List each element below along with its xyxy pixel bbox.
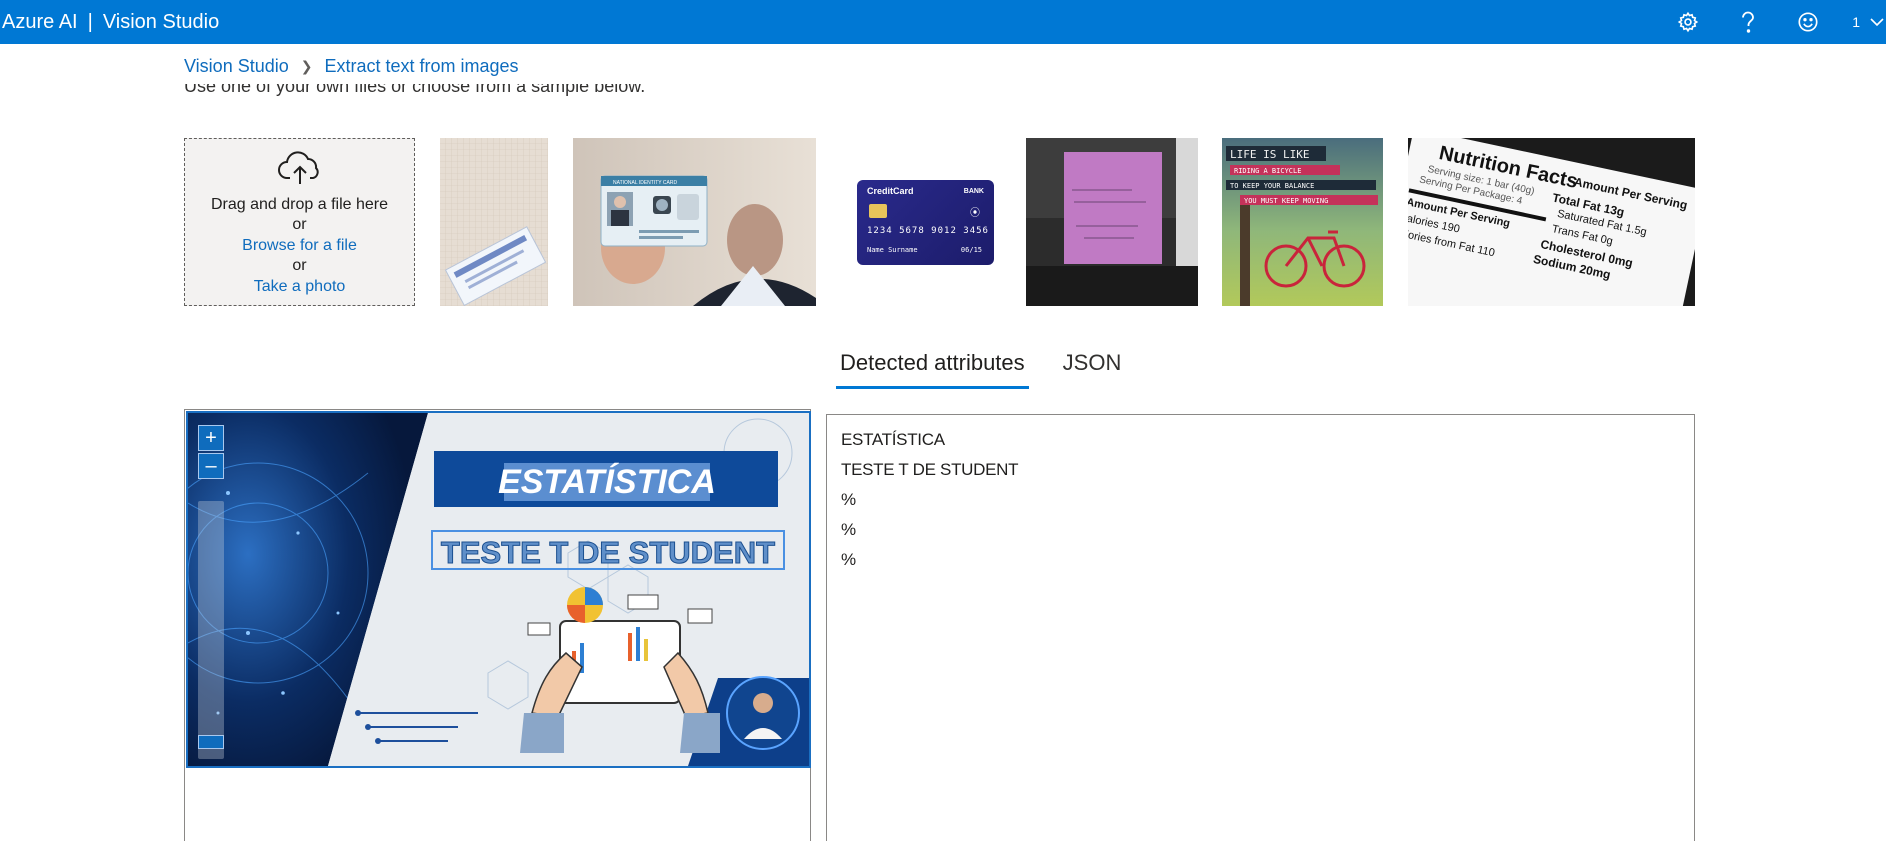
help-button[interactable] [1718,0,1778,44]
credit-card-brand: CreditCard [867,186,914,196]
nutrition-label-image: Nutrition Facts Amount Per Serving Servi… [1408,138,1695,306]
breadcrumb: Vision Studio ❯ Extract text from images [184,56,519,77]
browse-file-link[interactable]: Browse for a file [242,237,357,254]
take-photo-link[interactable]: Take a photo [254,278,346,295]
sample-sticky-note[interactable] [1026,138,1198,306]
chip-icon [869,204,887,218]
sample-id-card-image: NATIONAL IDENTITY CARD [573,138,816,306]
detected-line: % [841,550,856,569]
brand-separator: | [87,10,93,33]
sample-id-card-photo[interactable]: NATIONAL IDENTITY CARD [573,138,816,306]
detected-attributes-panel: ESTATÍSTICA TESTE T DE STUDENT % % % [826,414,1695,841]
contactless-icon: ⦿ [970,208,980,219]
id-card-title: NATIONAL IDENTITY CARD [613,180,677,186]
gear-icon [1678,11,1699,33]
help-icon [1742,11,1755,33]
or-text-1: or [292,216,307,233]
account-label: 1 [1852,14,1860,30]
detected-line: ESTATÍSTICA [841,430,945,449]
poster-line-4: YOU MUST KEEP MOVING [1244,197,1328,205]
sample-social-security-card[interactable] [440,138,548,306]
credit-card-image: CreditCard BANK ⦿ 1234 5678 9012 3456 Na… [857,180,994,265]
image-title-text: ESTATÍSTICA [498,463,716,501]
file-drop-zone[interactable]: Drag and drop a file here or Browse for … [184,138,415,306]
breadcrumb-vision-studio[interactable]: Vision Studio [184,56,289,77]
or-text-2: or [292,257,307,274]
breadcrumb-extract-text[interactable]: Extract text from images [324,56,518,77]
intro-text-content: Use one of your own files or choose from… [184,84,646,96]
image-subtitle-text: TESTE T DE STUDENT [441,535,775,570]
top-header: Azure AI | Vision Studio 1 [0,0,1886,44]
account-menu[interactable]: 1 [1838,14,1886,30]
poster-line-3: TO KEEP YOUR BALANCE [1230,182,1314,190]
sample-ssn-image [440,138,548,306]
result-tabs: Detected attributes JSON [836,350,1125,389]
sample-credit-card[interactable]: CreditCard BANK ⦿ 1234 5678 9012 3456 Na… [841,138,1011,306]
sample-bicycle-image: LIFE IS LIKE RIDING A BICYCLE TO KEEP YO… [1222,138,1383,306]
poster-line-1: LIFE IS LIKE [1230,148,1309,161]
cloud-upload-icon [277,151,319,184]
detected-line: TESTE T DE STUDENT [841,460,1019,479]
zoom-slider-thumb[interactable] [198,735,224,749]
brand-vision-studio: Vision Studio [102,10,220,33]
feedback-smiley-icon [1798,12,1818,32]
credit-card-number: 1234 5678 9012 3456 [867,226,989,236]
credit-card-expiry: 06/15 [960,246,982,254]
settings-button[interactable] [1658,0,1718,44]
intro-text: Use one of your own files or choose from… [184,84,645,102]
zoom-in-button[interactable]: + [198,425,224,451]
drag-drop-text: Drag and drop a file here [211,196,388,213]
chevron-down-icon [1870,18,1884,27]
poster-line-2: RIDING A BICYCLE [1234,167,1301,175]
tab-json[interactable]: JSON [1059,350,1126,389]
sample-bicycle-poster[interactable]: LIFE IS LIKE RIDING A BICYCLE TO KEEP YO… [1222,138,1383,306]
brand-azure-ai: Azure AI [2,10,78,33]
zoom-slider-track[interactable] [198,501,224,759]
feedback-button[interactable] [1778,0,1838,44]
header-actions: 1 [1658,0,1886,44]
sample-sticky-note-image [1026,138,1198,306]
analyzed-image: ESTATÍSTICA TESTE T DE STUDENT + – [186,411,811,768]
tab-detected-attributes[interactable]: Detected attributes [836,350,1029,389]
zoom-out-button[interactable]: – [198,453,224,479]
credit-card-bank: BANK [963,188,984,195]
credit-card-name: Name Surname [867,246,918,254]
app-title[interactable]: Azure AI | Vision Studio [0,11,219,34]
sample-nutrition-label[interactable]: Nutrition Facts Amount Per Serving Servi… [1408,138,1695,306]
image-preview-panel: ESTATÍSTICA TESTE T DE STUDENT + – [184,409,811,841]
detected-line: % [841,520,856,539]
detected-line: % [841,490,856,509]
estatistica-image: ESTATÍSTICA TESTE T DE STUDENT [188,413,809,766]
breadcrumb-chevron-icon: ❯ [300,58,313,74]
